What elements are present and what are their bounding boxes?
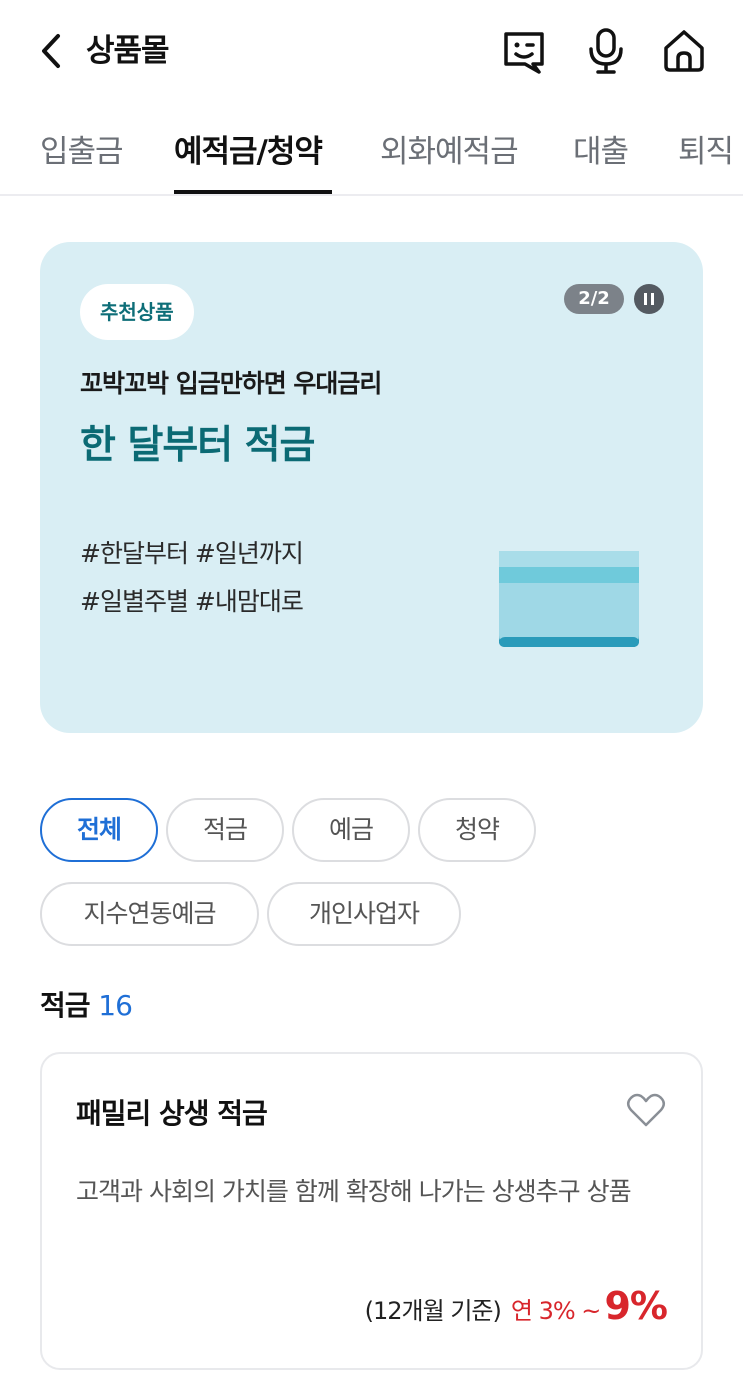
page-title: 상품몰	[86, 33, 170, 69]
savings-container-illustration	[499, 551, 639, 647]
active-tab-indicator	[174, 190, 332, 194]
filter-index-linked-deposit[interactable]: 지수연동예금	[40, 882, 259, 946]
tab-deposit-withdrawal[interactable]: 입출금	[40, 126, 124, 171]
microphone-icon[interactable]	[581, 26, 631, 76]
banner-tags-line2: #일별주별 #내맘대로	[80, 587, 304, 616]
interest-rate: (12개월 기준) 연 3% ~ 9%	[364, 1284, 668, 1328]
recommended-product-banner[interactable]: 추천상품 2/2 꼬박꼬박 입금만하면 우대금리 한 달부터 적금 #한달부터 …	[40, 242, 703, 733]
filter-subscription[interactable]: 청약	[418, 798, 536, 862]
banner-title: 한 달부터 적금	[80, 423, 315, 468]
tab-savings-subscription[interactable]: 예적금/청약	[174, 126, 323, 171]
filter-deposit[interactable]: 예금	[292, 798, 410, 862]
rate-basis: (12개월 기준)	[364, 1297, 502, 1325]
chatbot-icon[interactable]	[499, 26, 549, 76]
filter-installment-savings[interactable]: 적금	[166, 798, 284, 862]
recommended-badge: 추천상품	[80, 284, 194, 340]
top-bar: 상품몰	[0, 0, 743, 100]
product-card[interactable]: 패밀리 상생 적금 고객과 사회의 가치를 함께 확장해 나가는 상생추구 상품…	[40, 1052, 703, 1370]
back-icon[interactable]	[34, 30, 68, 72]
tab-loan[interactable]: 대출	[573, 126, 629, 171]
pause-icon[interactable]	[634, 284, 664, 314]
tab-retirement[interactable]: 퇴직	[678, 126, 734, 171]
filter-sole-proprietor[interactable]: 개인사업자	[267, 882, 461, 946]
home-icon[interactable]	[659, 26, 709, 76]
category-tabs: 입출금 예적금/청약 외화예적금 대출 퇴직	[0, 108, 743, 196]
banner-pager: 2/2	[564, 284, 624, 314]
heart-icon[interactable]	[626, 1092, 666, 1128]
product-description: 고객과 사회의 가치를 함께 확장해 나가는 상생추구 상품	[76, 1177, 632, 1206]
banner-tags-line1: #한달부터 #일년까지	[80, 539, 304, 568]
filter-all[interactable]: 전체	[40, 798, 158, 862]
rate-min: 연 3% ~	[510, 1297, 602, 1325]
section-count: 16	[98, 989, 133, 1022]
tab-foreign-currency-savings[interactable]: 외화예적금	[380, 126, 519, 171]
banner-subtitle: 꼬박꼬박 입금만하면 우대금리	[80, 369, 382, 398]
section-title: 적금	[40, 989, 91, 1022]
section-heading: 적금 16	[40, 984, 133, 1024]
rate-max: 9%	[604, 1284, 668, 1328]
product-name: 패밀리 상생 적금	[76, 1097, 268, 1130]
